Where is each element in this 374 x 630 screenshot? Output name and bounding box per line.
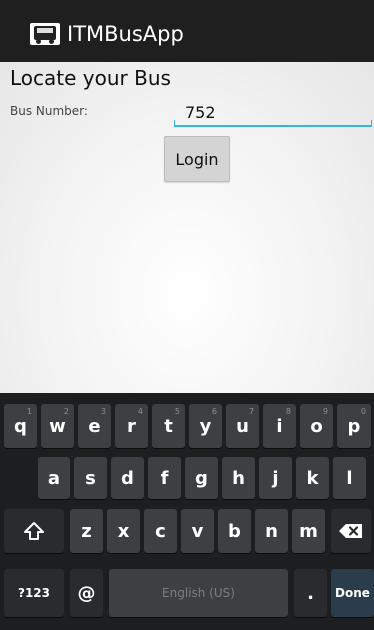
key-l[interactable]: l <box>333 457 366 499</box>
key-label: u <box>236 415 249 437</box>
key-label: t <box>164 415 173 437</box>
key-n[interactable]: n <box>255 509 288 553</box>
soft-keyboard: q1 w2 e3 r4 t5 y6 u7 i8 o9 p0 a s d f g … <box>0 393 374 630</box>
key-hint: 9 <box>322 407 328 416</box>
key-m[interactable]: m <box>292 509 325 553</box>
key-a[interactable]: a <box>38 457 70 499</box>
key-e[interactable]: e3 <box>78 404 111 448</box>
action-bar: ITMBusApp <box>0 0 374 62</box>
done-key[interactable]: Done <box>331 569 374 617</box>
main-content: Locate your Bus Bus Number: Login <box>0 62 374 393</box>
bus-number-input[interactable] <box>174 98 370 126</box>
key-hint: 8 <box>285 407 291 416</box>
key-hint: 3 <box>100 407 106 416</box>
key-g[interactable]: g <box>185 457 218 499</box>
shift-key[interactable] <box>4 509 64 553</box>
input-underline-right-tick <box>371 120 372 126</box>
bus-number-label: Bus Number: <box>10 104 88 118</box>
key-label: i <box>276 415 283 437</box>
key-t[interactable]: t5 <box>152 404 185 448</box>
key-c[interactable]: c <box>144 509 177 553</box>
symbols-key[interactable]: ?123 <box>4 569 64 617</box>
key-label: w <box>49 415 66 437</box>
key-hint: 1 <box>26 407 32 416</box>
bus-icon <box>30 23 60 45</box>
key-hint: 0 <box>360 407 366 416</box>
key-d[interactable]: d <box>111 457 144 499</box>
key-u[interactable]: u7 <box>226 404 259 448</box>
key-label: o <box>310 415 323 437</box>
key-label: r <box>127 415 136 437</box>
key-i[interactable]: i8 <box>263 404 296 448</box>
key-o[interactable]: o9 <box>300 404 333 448</box>
key-h[interactable]: h <box>222 457 255 499</box>
key-p[interactable]: p0 <box>337 404 371 448</box>
space-bar[interactable]: English (US) <box>109 569 288 617</box>
key-label: q <box>14 415 27 437</box>
key-b[interactable]: b <box>218 509 251 553</box>
input-underline-left-tick <box>174 120 175 126</box>
key-v[interactable]: v <box>181 509 214 553</box>
key-j[interactable]: j <box>259 457 292 499</box>
key-hint: 2 <box>63 407 69 416</box>
key-z[interactable]: z <box>70 509 103 553</box>
period-key[interactable]: . <box>294 569 327 617</box>
key-x[interactable]: x <box>107 509 140 553</box>
key-label: y <box>199 415 212 437</box>
app-title: ITMBusApp <box>67 22 184 46</box>
key-s[interactable]: s <box>74 457 107 499</box>
app-screen: ITMBusApp Locate your Bus Bus Number: Lo… <box>0 0 374 630</box>
key-hint: 4 <box>137 407 143 416</box>
key-label: p <box>347 415 361 437</box>
login-button[interactable]: Login <box>164 136 230 182</box>
input-underline <box>174 125 372 127</box>
key-y[interactable]: y6 <box>189 404 222 448</box>
key-k[interactable]: k <box>296 457 329 499</box>
key-q[interactable]: q1 <box>4 404 37 448</box>
page-title: Locate your Bus <box>10 66 171 90</box>
key-hint: 6 <box>211 407 217 416</box>
backspace-icon <box>339 524 362 538</box>
at-key[interactable]: @ <box>70 569 103 617</box>
key-label: e <box>88 415 101 437</box>
key-hint: 5 <box>174 407 180 416</box>
key-w[interactable]: w2 <box>41 404 74 448</box>
key-f[interactable]: f <box>148 457 181 499</box>
key-r[interactable]: r4 <box>115 404 148 448</box>
backspace-key[interactable] <box>331 509 371 553</box>
shift-icon <box>24 522 44 540</box>
key-hint: 7 <box>248 407 254 416</box>
